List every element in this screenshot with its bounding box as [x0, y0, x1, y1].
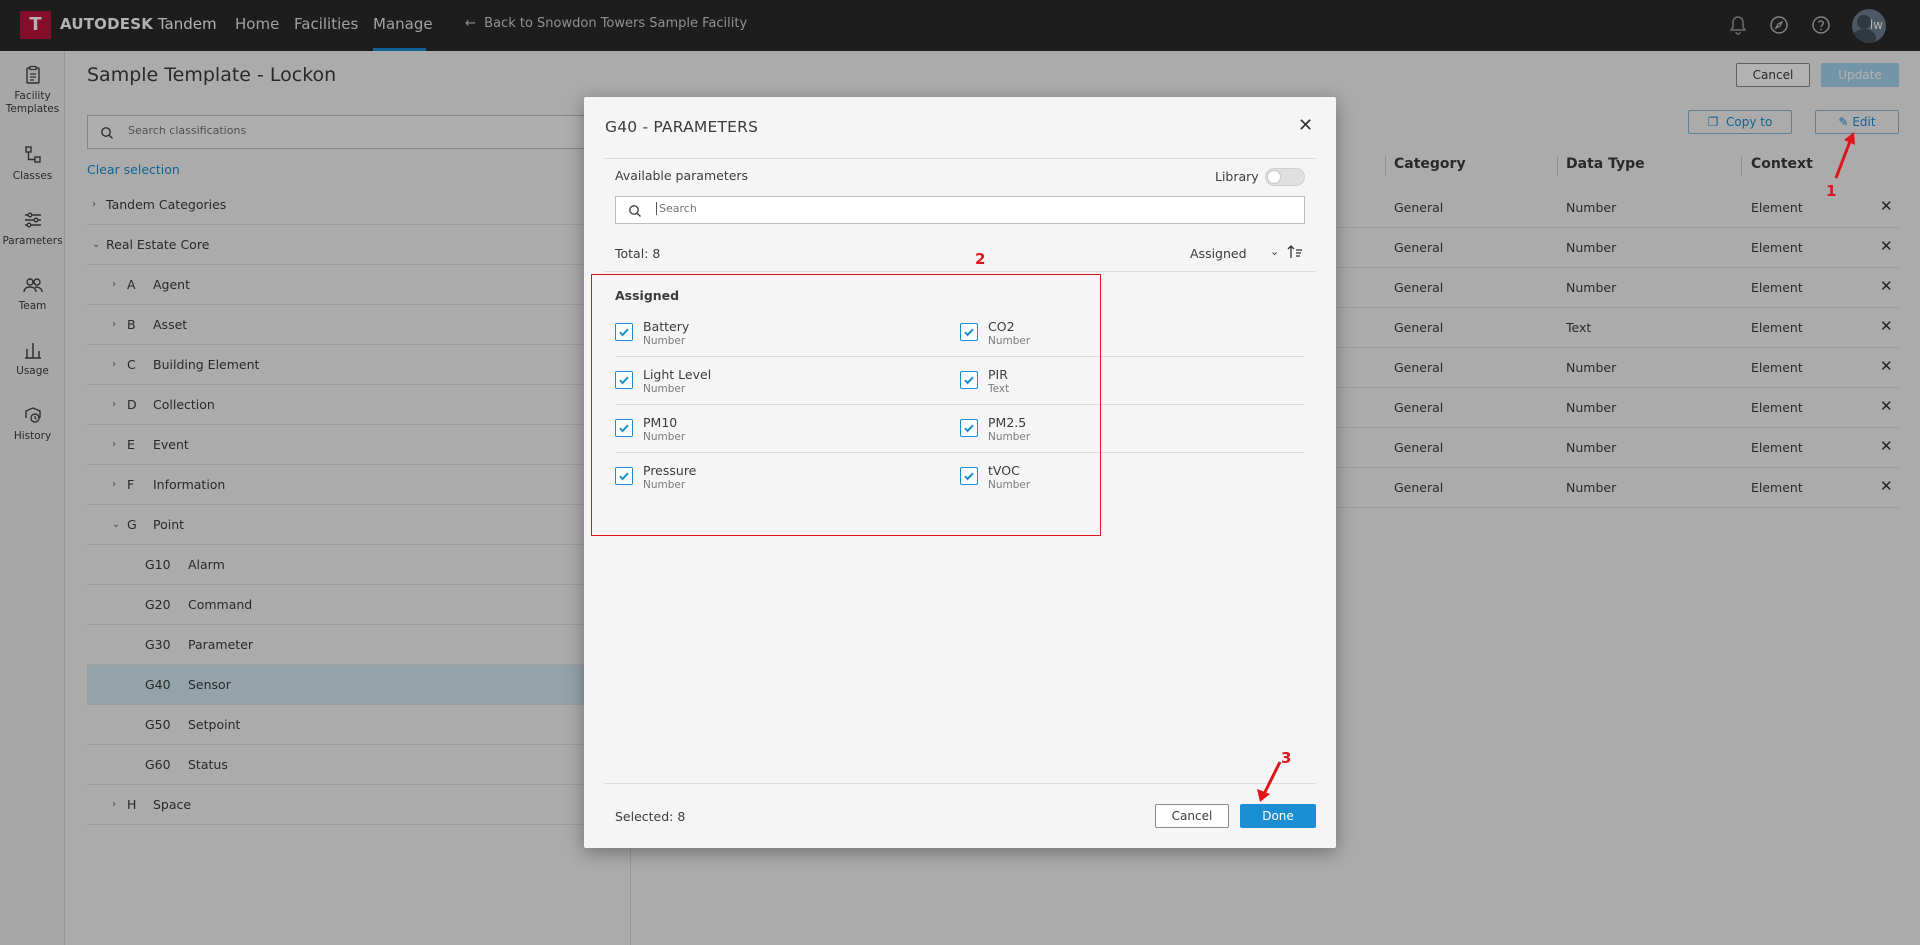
divider	[604, 158, 1316, 159]
available-parameters-label: Available parameters	[615, 168, 749, 183]
sort-select[interactable]: Assigned ⌄	[1190, 245, 1279, 261]
search-icon	[629, 205, 641, 217]
sort-direction-icon[interactable]	[1286, 243, 1304, 261]
parameter-search[interactable]	[615, 196, 1305, 224]
done-button[interactable]: Done	[1240, 804, 1316, 828]
library-toggle[interactable]	[1265, 168, 1305, 186]
annotation-number-2: 2	[975, 250, 986, 268]
dialog-cancel-button[interactable]: Cancel	[1155, 804, 1229, 828]
divider	[604, 783, 1316, 784]
parameter-search-input[interactable]	[656, 202, 1256, 215]
toggle-knob	[1267, 170, 1281, 184]
dialog-title: G40 - PARAMETERS	[605, 118, 759, 136]
annotation-arrow-3	[1257, 761, 1282, 802]
chevron-down-icon: ⌄	[1270, 245, 1280, 258]
library-label: Library	[1215, 169, 1259, 184]
divider	[604, 271, 1316, 272]
annotation-arrow-1	[1834, 132, 1855, 179]
total-count: Total: 8	[615, 246, 661, 261]
annotation-number-1: 1	[1826, 182, 1837, 200]
sort-select-value: Assigned	[1190, 246, 1247, 261]
selected-count: Selected: 8	[615, 809, 686, 824]
annotation-highlight-box	[591, 274, 1101, 536]
close-icon[interactable]: ✕	[1298, 115, 1313, 136]
